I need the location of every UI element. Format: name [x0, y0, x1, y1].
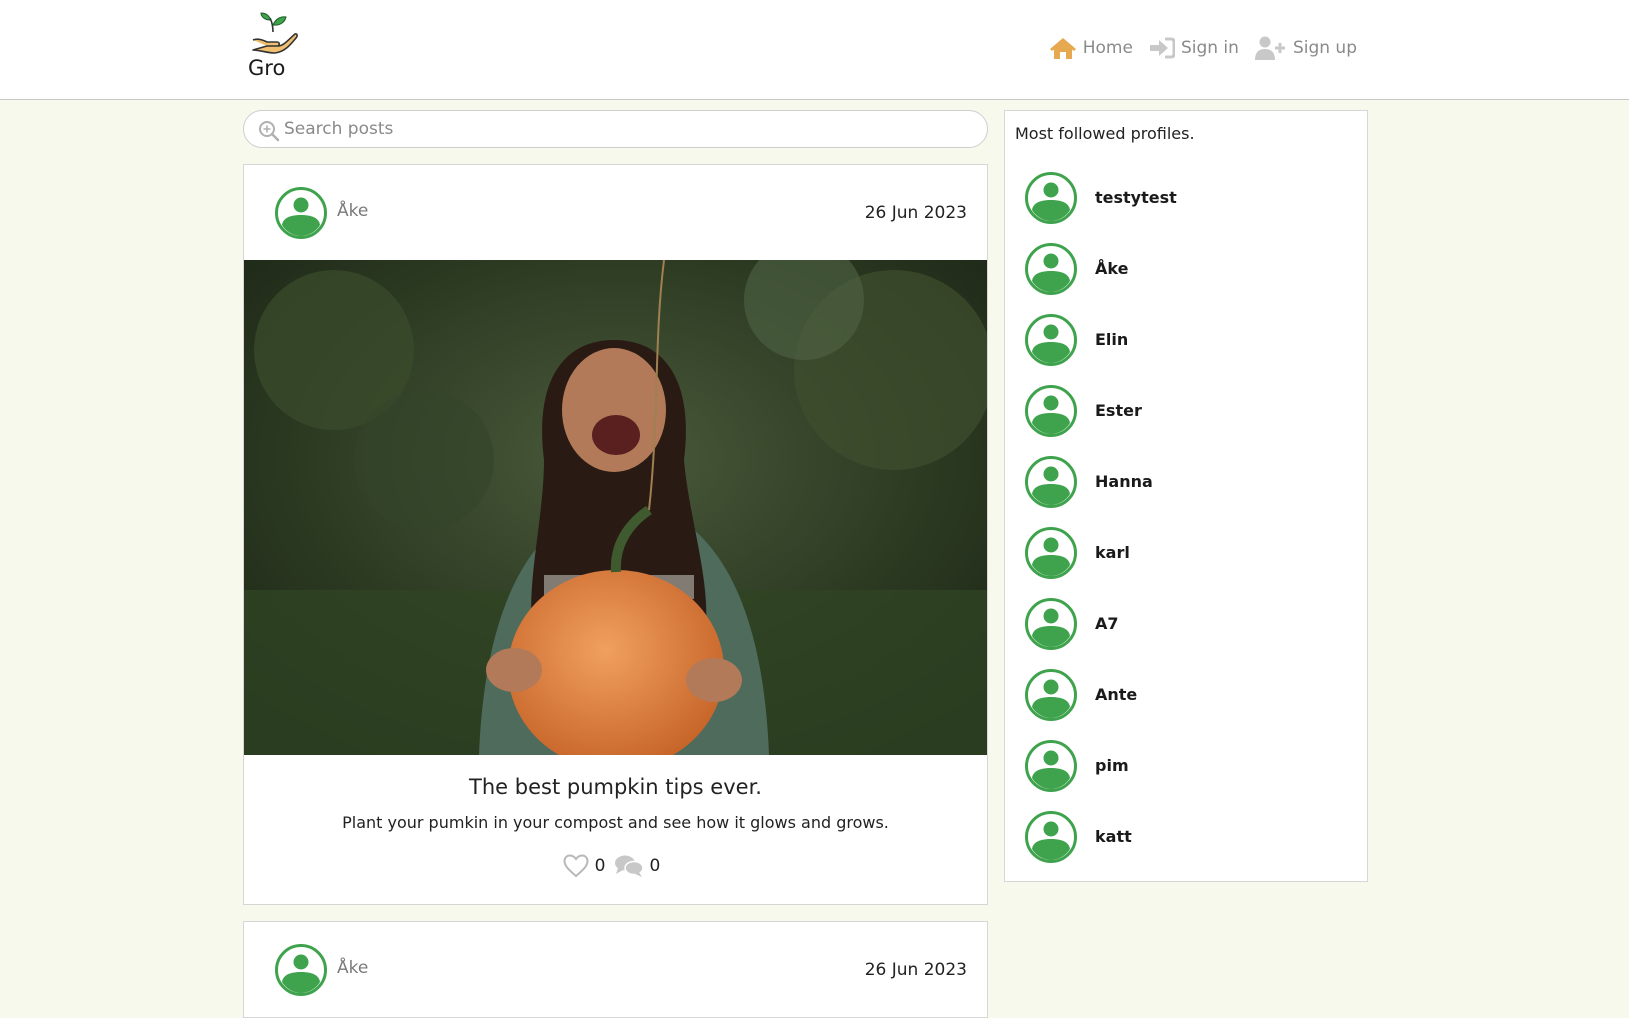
- avatar-icon: [1025, 313, 1077, 366]
- nav-home-label: Home: [1082, 38, 1133, 58]
- most-followed-sidebar: Most followed profiles. testytest Åke El…: [1004, 110, 1368, 882]
- avatar-icon: [1025, 810, 1077, 863]
- profile-name[interactable]: Ante: [1095, 685, 1137, 704]
- post-image: [244, 260, 987, 755]
- profile-item[interactable]: pim: [1025, 730, 1177, 801]
- avatar-icon: [1025, 384, 1077, 437]
- profile-name[interactable]: Elin: [1095, 330, 1128, 349]
- post-card: Åke 26 Jun 2023: [243, 921, 988, 1018]
- profile-item[interactable]: Åke: [1025, 233, 1177, 304]
- profile-name[interactable]: pim: [1095, 756, 1129, 775]
- search-bar: [243, 110, 988, 148]
- main-feed: Åke 26 Jun 2023: [243, 110, 988, 1018]
- profile-name[interactable]: testytest: [1095, 188, 1177, 207]
- nav-home-link[interactable]: Home: [1049, 36, 1133, 60]
- avatar-icon: [1025, 526, 1077, 579]
- home-icon: [1049, 38, 1076, 59]
- nav-signin-link[interactable]: Sign in: [1149, 37, 1239, 59]
- avatar-icon: [1025, 597, 1077, 650]
- profile-item[interactable]: A7: [1025, 588, 1177, 659]
- search-input[interactable]: [284, 115, 964, 143]
- comments-icon[interactable]: [614, 854, 644, 878]
- nav-links: Home Sign in Sign up: [1033, 36, 1357, 60]
- profile-item[interactable]: Elin: [1025, 304, 1177, 375]
- navbar: Gro Home Sign in Sign up: [0, 0, 1629, 100]
- profile-item[interactable]: Ante: [1025, 659, 1177, 730]
- avatar-icon: [1025, 171, 1077, 224]
- avatar-icon: [1025, 668, 1077, 721]
- profile-name[interactable]: Hanna: [1095, 472, 1153, 491]
- post-author[interactable]: Åke: [337, 201, 368, 221]
- nav-signin-label: Sign in: [1180, 38, 1239, 58]
- like-count: 0: [594, 856, 606, 876]
- nav-signup-label: Sign up: [1292, 38, 1357, 58]
- profile-name[interactable]: Åke: [1095, 259, 1128, 278]
- profile-name[interactable]: katt: [1095, 827, 1132, 846]
- profile-name[interactable]: karl: [1095, 543, 1130, 562]
- post-header: Åke 26 Jun 2023: [244, 922, 987, 1017]
- comment-count: 0: [649, 856, 661, 876]
- nav-signup-link[interactable]: Sign up: [1254, 36, 1357, 60]
- avatar-icon: [1025, 739, 1077, 792]
- avatar-icon: [1025, 455, 1077, 508]
- logo-plant-hand-icon: [252, 12, 298, 54]
- avatar-icon[interactable]: [275, 944, 327, 996]
- user-plus-icon: [1254, 36, 1285, 60]
- brand-link[interactable]: Gro: [248, 10, 308, 80]
- post-text: Plant your pumkin in your compost and se…: [342, 813, 889, 832]
- profile-item[interactable]: katt: [1025, 801, 1177, 872]
- profile-item[interactable]: Ester: [1025, 375, 1177, 446]
- post-title: The best pumpkin tips ever.: [469, 775, 762, 799]
- brand-name: Gro: [248, 56, 286, 80]
- profile-list: testytest Åke Elin Ester Hanna karl A7 A…: [1025, 162, 1177, 872]
- post-author[interactable]: Åke: [337, 958, 368, 978]
- profile-item[interactable]: karl: [1025, 517, 1177, 588]
- sidebar-title: Most followed profiles.: [1015, 124, 1195, 143]
- post-header: Åke 26 Jun 2023: [244, 165, 987, 260]
- post-date: 26 Jun 2023: [864, 203, 967, 223]
- avatar-icon[interactable]: [275, 187, 327, 239]
- heart-icon[interactable]: [563, 854, 589, 878]
- post-date: 26 Jun 2023: [864, 960, 967, 980]
- profile-name[interactable]: Ester: [1095, 401, 1142, 420]
- post-stats: 0 0: [244, 854, 987, 904]
- sign-in-icon: [1149, 37, 1175, 59]
- avatar-icon: [1025, 242, 1077, 295]
- profile-item[interactable]: Hanna: [1025, 446, 1177, 517]
- search-icon: [259, 121, 280, 142]
- profile-name[interactable]: A7: [1095, 614, 1119, 633]
- post-card: Åke 26 Jun 2023: [243, 164, 988, 905]
- profile-item[interactable]: testytest: [1025, 162, 1177, 233]
